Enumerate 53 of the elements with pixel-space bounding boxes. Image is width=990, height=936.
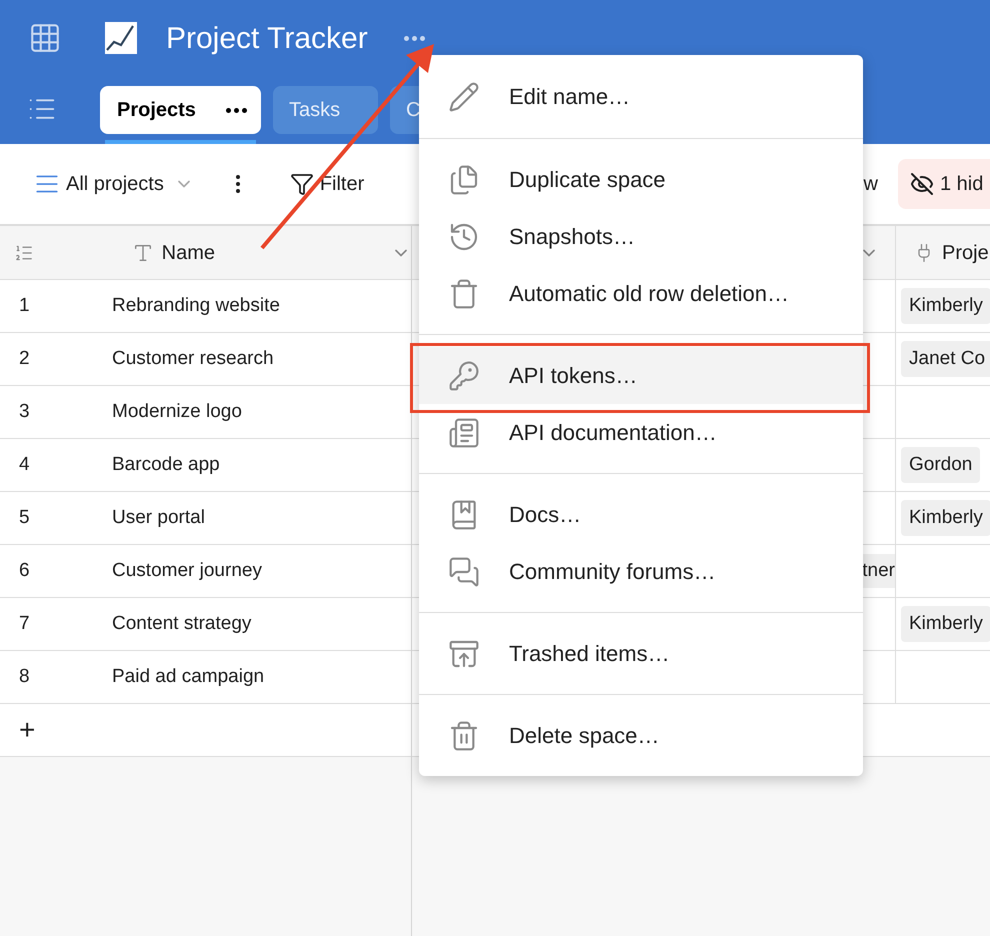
chart-logo-icon <box>104 21 138 55</box>
row-number: 5 <box>19 506 31 530</box>
person-tag: Gordon <box>901 446 980 484</box>
tab-menu-icon[interactable] <box>226 108 247 112</box>
menu-item[interactable]: Automatic old row deletion… <box>419 265 863 322</box>
table-cell-text: User portal <box>112 506 205 530</box>
copy-icon <box>448 164 480 196</box>
person-tag: Janet Co <box>901 340 990 378</box>
pencil-icon <box>448 80 480 112</box>
table-cell-text: Paid ad campaign <box>112 664 264 689</box>
person-tag: Kimberly <box>901 288 990 324</box>
row-number: 2 <box>19 346 31 371</box>
table-cell-text: Barcode app <box>112 452 220 477</box>
row-number: 7 <box>19 612 31 636</box>
menu-item[interactable]: Snapshots… <box>419 208 863 265</box>
row-number: 8 <box>19 664 31 689</box>
person-tag: Kimberly <box>901 500 990 536</box>
menu-item[interactable]: API documentation… <box>419 404 863 461</box>
apps-grid-icon[interactable] <box>28 21 62 55</box>
toolbar-button-label[interactable]: w <box>864 169 878 199</box>
trash-icon <box>448 720 480 752</box>
filter-button[interactable]: Filter <box>290 169 364 199</box>
row-number: 1 <box>19 294 31 318</box>
column-header[interactable]: Name <box>132 238 411 268</box>
menu-item[interactable]: Delete space… <box>419 707 863 764</box>
menu-item[interactable]: Docs… <box>419 486 863 543</box>
menu-item[interactable]: Duplicate space <box>419 151 863 208</box>
menu-item[interactable]: Community forums… <box>419 543 863 600</box>
tab[interactable]: Projects <box>100 86 261 134</box>
filter-icon <box>290 172 314 196</box>
add-row-button[interactable]: + <box>19 716 36 744</box>
row-number: 6 <box>19 558 31 583</box>
chat-icon <box>448 556 480 588</box>
menu-item[interactable]: API tokens… <box>419 347 863 404</box>
hidden-fields-button[interactable]: 1 hid <box>898 159 990 209</box>
row-number: 4 <box>19 452 31 477</box>
view-selector[interactable]: All projects <box>34 169 194 199</box>
table-cell-text: Customer research <box>112 346 274 371</box>
column-header[interactable]: Proje <box>896 238 989 268</box>
table-cell-text: Rebranding website <box>112 294 280 318</box>
table-cell-text: Modernize logo <box>112 400 242 424</box>
menu-item[interactable]: Trashed items… <box>419 625 863 682</box>
menu-item[interactable]: Edit name… <box>419 68 863 125</box>
trash-icon <box>448 278 480 310</box>
person-tag: Kimberly <box>901 606 990 642</box>
key-icon <box>448 360 480 392</box>
document-icon <box>448 416 480 448</box>
table-cell-text: Customer journey <box>112 558 262 583</box>
row-number: 3 <box>19 400 31 424</box>
table-cell-text: Content strategy <box>112 612 252 636</box>
more-icon[interactable] <box>404 36 425 40</box>
window-title: Project Tracker <box>166 20 368 56</box>
eye-off-icon <box>910 172 934 196</box>
